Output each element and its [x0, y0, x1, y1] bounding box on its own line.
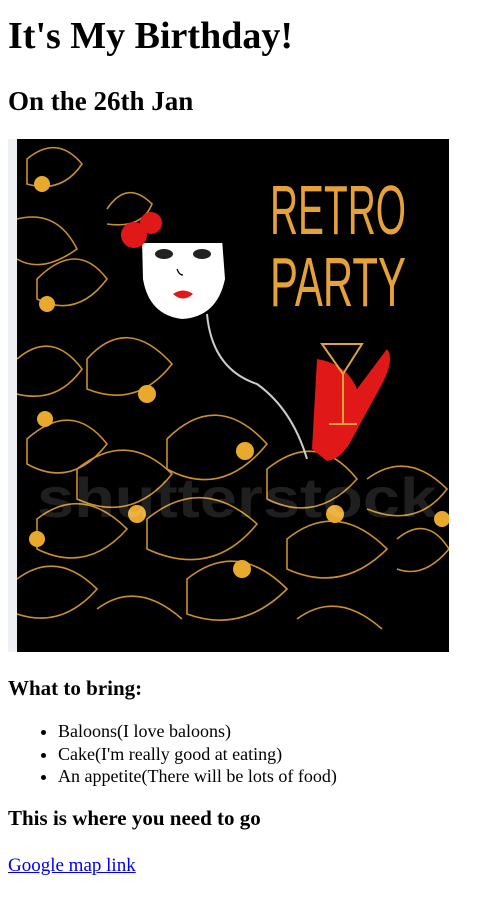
poster-headline-line1: RETRO: [270, 171, 406, 249]
directions-heading: This is where you need to go: [8, 805, 261, 830]
bring-item: An appetite(There will be lots of food): [58, 765, 476, 788]
watermark-text: shutterstock: [37, 466, 438, 529]
page: It's My Birthday! On the 26th Jan RETRO …: [0, 0, 484, 878]
bring-item: Baloons(I love baloons): [58, 720, 476, 743]
poster-illustration: RETRO PARTY shutterstock: [17, 139, 449, 652]
page-title: It's My Birthday!: [8, 15, 293, 57]
bring-list: Baloons(I love baloons) Cake(I'm really …: [8, 720, 476, 788]
poster-headline-line2: PARTY: [270, 243, 406, 321]
bring-item: Cake(I'm really good at eating): [58, 743, 476, 766]
google-map-link[interactable]: Google map link: [8, 854, 136, 878]
retro-party-poster: RETRO PARTY shutterstock: [8, 139, 449, 652]
date-heading: On the 26th Jan: [8, 86, 194, 116]
bring-heading: What to bring:: [8, 676, 143, 700]
